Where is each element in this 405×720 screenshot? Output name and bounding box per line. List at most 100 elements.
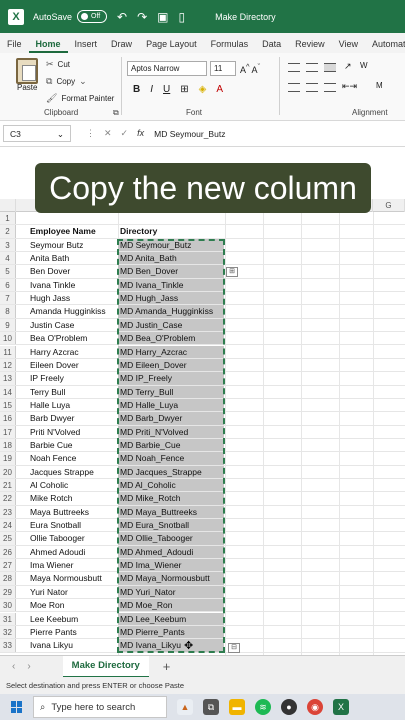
row-header[interactable]: 15 bbox=[0, 398, 16, 412]
cell-directory[interactable]: MD Jacques_Strappe bbox=[118, 465, 224, 478]
insert-function-icon[interactable]: fx bbox=[137, 128, 144, 139]
cell-employee-name[interactable]: Hugh Jass bbox=[30, 292, 70, 305]
cell-directory[interactable] bbox=[118, 212, 224, 224]
cell-directory[interactable]: MD Pierre_Pants bbox=[118, 625, 224, 639]
cell-employee-name[interactable]: Lee Keebum bbox=[30, 613, 78, 626]
cell-directory[interactable]: MD Ivana_Likyu bbox=[118, 639, 224, 652]
spotify-icon[interactable]: ≋ bbox=[255, 699, 271, 715]
cell-employee-name[interactable]: Yuri Nator bbox=[30, 586, 68, 599]
row-header[interactable]: 27 bbox=[0, 559, 16, 572]
add-sheet-button[interactable]: + bbox=[163, 659, 171, 674]
cell-employee-name[interactable]: Ahmed Adoudi bbox=[30, 546, 85, 559]
cell-employee-name[interactable]: Moe Ron bbox=[30, 599, 65, 612]
row-header[interactable]: 31 bbox=[0, 612, 16, 625]
row-header[interactable]: 28 bbox=[0, 572, 16, 585]
row-header[interactable]: 12 bbox=[0, 358, 16, 372]
tab-draw[interactable]: Draw bbox=[104, 39, 139, 53]
cell-employee-name[interactable]: Harry Azcrac bbox=[30, 346, 79, 359]
cell-employee-name[interactable]: Anita Bath bbox=[30, 252, 69, 265]
bold-button[interactable]: B bbox=[133, 84, 140, 95]
row-header[interactable]: 9 bbox=[0, 318, 16, 332]
task-view-icon[interactable]: ⧉ bbox=[203, 699, 219, 715]
align-left-icon[interactable] bbox=[288, 83, 300, 92]
align-middle-icon[interactable] bbox=[306, 63, 318, 72]
cell-directory[interactable]: MD Ben_Dover bbox=[118, 265, 224, 278]
font-size-select[interactable]: 11 bbox=[210, 61, 236, 76]
row-header[interactable]: 8 bbox=[0, 305, 16, 318]
sheet-tab-make-directory[interactable]: Make Directory bbox=[62, 655, 149, 678]
tab-insert[interactable]: Insert bbox=[68, 39, 105, 53]
cell-directory[interactable]: MD IP_Freely bbox=[118, 372, 224, 385]
row-header[interactable]: 33 bbox=[0, 639, 16, 652]
tab-formulas[interactable]: Formulas bbox=[204, 39, 256, 53]
paste-icon[interactable] bbox=[16, 58, 38, 84]
cell-employee-name[interactable]: Ivana Tinkle bbox=[30, 279, 75, 292]
row-header[interactable]: 2 bbox=[0, 225, 16, 238]
undo-icon[interactable]: ↶ bbox=[117, 10, 127, 24]
tab-home[interactable]: Home bbox=[28, 39, 68, 53]
row-header[interactable]: 19 bbox=[0, 452, 16, 465]
cell-directory[interactable]: MD Halle_Luya bbox=[118, 398, 224, 412]
cell-directory[interactable]: MD Ima_Wiener bbox=[118, 559, 224, 572]
tab-page-layout[interactable]: Page Layout bbox=[139, 39, 204, 53]
cell-directory[interactable]: MD Maya_Buttreeks bbox=[118, 505, 224, 519]
copy-button[interactable]: ⧉ Copy ⌄ bbox=[46, 76, 87, 87]
row-header[interactable]: 7 bbox=[0, 292, 16, 305]
autosave-toggle[interactable]: Off bbox=[77, 10, 108, 23]
align-bottom-icon[interactable] bbox=[324, 63, 336, 72]
row-header[interactable]: 10 bbox=[0, 332, 16, 345]
row-header[interactable]: 17 bbox=[0, 425, 16, 438]
paste-button[interactable]: Paste bbox=[17, 83, 37, 92]
row-header[interactable]: 21 bbox=[0, 479, 16, 492]
file-explorer-icon[interactable]: ▬ bbox=[229, 699, 245, 715]
indent-icon[interactable]: ⇤⇥ bbox=[342, 81, 357, 92]
tab-file[interactable]: File bbox=[0, 39, 29, 53]
row-header[interactable]: 3 bbox=[0, 238, 16, 252]
cell-directory[interactable]: MD Terry_Bull bbox=[118, 385, 224, 398]
font-name-select[interactable]: Aptos Narrow bbox=[127, 61, 207, 76]
cell-employee-name[interactable]: Priti N'Volved bbox=[30, 426, 80, 439]
cell-employee-name[interactable]: Maya Buttreeks bbox=[30, 506, 89, 519]
tab-view[interactable]: View bbox=[332, 39, 365, 53]
cancel-icon[interactable]: ✕ bbox=[104, 128, 112, 139]
obs-icon[interactable]: ● bbox=[281, 699, 297, 715]
tab-data[interactable]: Data bbox=[255, 39, 288, 53]
windows-start-icon[interactable] bbox=[11, 701, 23, 713]
cell-employee-name[interactable]: Mike Rotch bbox=[30, 492, 73, 505]
excel-icon[interactable]: X bbox=[8, 8, 24, 25]
flash-fill-options-icon[interactable]: ⊞ bbox=[226, 267, 238, 277]
cell-directory[interactable]: MD Bea_O'Problem bbox=[118, 332, 224, 345]
cell-employee-name[interactable]: Barbie Cue bbox=[30, 439, 73, 452]
row-header[interactable]: 22 bbox=[0, 492, 16, 505]
taskbar-search[interactable]: ⌕ Type here to search bbox=[33, 696, 167, 718]
row-header[interactable]: 32 bbox=[0, 625, 16, 639]
grow-font-icon[interactable]: A^ Aˇ bbox=[240, 62, 260, 75]
tab-review[interactable]: Review bbox=[288, 39, 332, 53]
cell-directory[interactable]: MD Barb_Dwyer bbox=[118, 412, 224, 425]
cell-employee-name[interactable]: IP Freely bbox=[30, 372, 64, 385]
row-header[interactable]: 4 bbox=[0, 252, 16, 265]
cell-employee-name[interactable]: Ben Dover bbox=[30, 265, 70, 278]
row-header[interactable]: 13 bbox=[0, 372, 16, 385]
cell-employee-name[interactable]: Pierre Pants bbox=[30, 626, 77, 639]
cell-directory[interactable]: MD Al_Coholic bbox=[118, 479, 224, 492]
cell-directory[interactable]: MD Harry_Azcrac bbox=[118, 345, 224, 358]
cell-employee-name[interactable]: Maya Normousbutt bbox=[30, 572, 102, 585]
cell-directory[interactable]: MD Justin_Case bbox=[118, 318, 224, 332]
landscape-app-icon[interactable]: ▲ bbox=[177, 699, 193, 715]
italic-button[interactable]: I bbox=[150, 84, 153, 95]
dialog-launcher-icon[interactable]: ⧉ bbox=[113, 108, 119, 118]
cell-employee-name[interactable]: Halle Luya bbox=[30, 399, 70, 412]
cell-employee-name[interactable]: Seymour Butz bbox=[30, 239, 83, 252]
cell-directory[interactable]: MD Ivana_Tinkle bbox=[118, 278, 224, 292]
row-header[interactable]: 16 bbox=[0, 412, 16, 425]
row-header[interactable]: 11 bbox=[0, 345, 16, 358]
cell-directory[interactable]: MD Eura_Snotball bbox=[118, 519, 224, 532]
header-cell-employee-name[interactable]: Employee Name bbox=[30, 225, 96, 238]
cell-directory[interactable]: MD Lee_Keebum bbox=[118, 612, 224, 625]
row-header[interactable]: 29 bbox=[0, 585, 16, 599]
cell-directory[interactable]: MD Priti_N'Volved bbox=[118, 425, 224, 438]
row-header[interactable]: 25 bbox=[0, 532, 16, 545]
cell-employee-name[interactable]: Eura Snotball bbox=[30, 519, 81, 532]
name-box[interactable]: C3 ⌄ bbox=[3, 125, 71, 142]
